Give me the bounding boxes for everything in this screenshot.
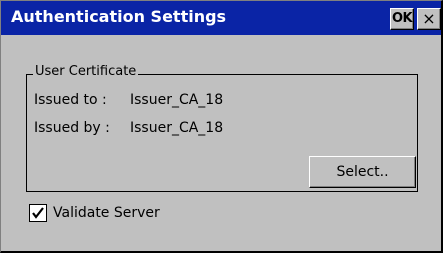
- checkmark-icon: [32, 207, 44, 219]
- issued-to-label: Issued to :: [34, 92, 107, 108]
- dialog-title: Authentication Settings: [11, 7, 227, 26]
- issued-to-value: Issuer_CA_18: [130, 92, 224, 108]
- issued-to-row: Issued to : Issuer_CA_18: [34, 91, 223, 109]
- user-certificate-group-label: User Certificate: [33, 63, 139, 81]
- title-bar: Authentication Settings OK ×: [1, 1, 441, 35]
- authentication-settings-dialog: Authentication Settings OK × User Certif…: [0, 0, 443, 253]
- validate-server-label[interactable]: Validate Server: [53, 204, 160, 222]
- close-button[interactable]: ×: [417, 8, 441, 30]
- ok-button[interactable]: OK: [390, 8, 414, 30]
- issued-by-value: Issuer_CA_18: [130, 120, 224, 136]
- validate-server-checkbox[interactable]: [29, 204, 47, 222]
- issued-by-label: Issued by :: [34, 120, 110, 136]
- select-certificate-button[interactable]: Select..: [309, 156, 416, 188]
- issued-by-row: Issued by : Issuer_CA_18: [34, 119, 223, 137]
